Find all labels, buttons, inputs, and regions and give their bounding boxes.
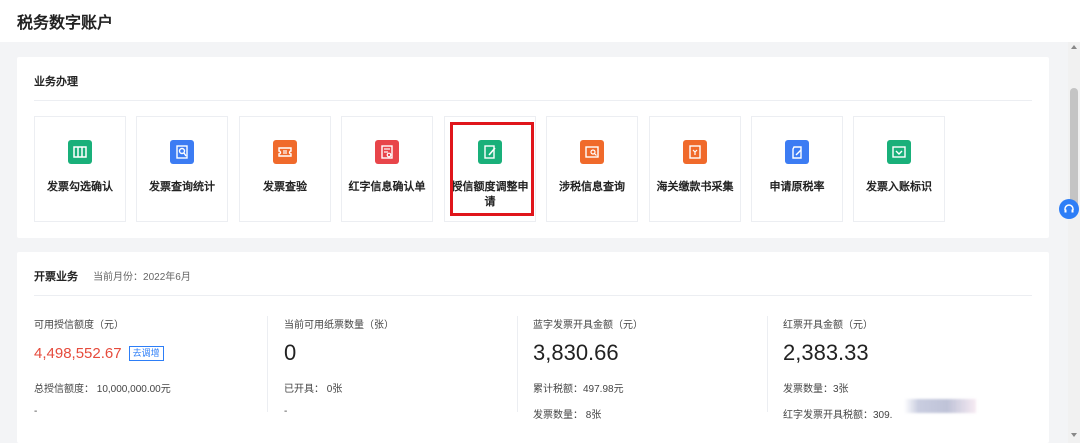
tile-invoice-selection-confirm[interactable]: 发票勾选确认 — [34, 116, 126, 222]
stat-label: 蓝字发票开具金额（元） — [533, 320, 643, 331]
stat-value: 4,498,552.67 去调增 — [34, 340, 274, 366]
tile-customs-payment-collect[interactable]: 海关缴款书采集 — [649, 116, 741, 222]
tile-label: 涉税信息查询 — [559, 181, 625, 193]
tax-rate-apply-icon — [785, 140, 809, 164]
tile-invoice-entry-mark[interactable]: 发票入账标识 — [853, 116, 945, 222]
tax-info-search-icon — [580, 140, 604, 164]
watermark-overlay — [904, 399, 976, 413]
paper-invoice-stat: 当前可用纸票数量（张） 0 已开具： 0张 - — [284, 316, 524, 417]
top-header: 税务数字账户 — [0, 0, 1080, 42]
column-divider — [517, 316, 518, 412]
tile-label: 海关缴款书采集 — [656, 181, 734, 193]
stat-value: 3,830.66 — [533, 340, 619, 365]
customer-service-button[interactable] — [1059, 199, 1079, 219]
increase-limit-button[interactable]: 去调增 — [128, 345, 164, 361]
stat-placeholder: - — [284, 406, 288, 417]
tile-red-letter-confirm-form[interactable]: 红字信息确认单 — [341, 116, 433, 222]
scroll-down-icon[interactable] — [1071, 433, 1077, 437]
credit-limit-stat: 可用授信额度（元） 4,498,552.67 去调增 总授信额度： 10,000… — [34, 316, 274, 417]
tile-tax-info-query[interactable]: 涉税信息查询 — [546, 116, 638, 222]
stat-label: 红票开具金额（元） — [783, 320, 873, 331]
tile-invoice-verify[interactable]: 发票查验 — [239, 116, 331, 222]
tile-label: 发票入账标识 — [866, 181, 932, 193]
credit-adjust-icon — [478, 140, 502, 164]
stat-value: 0 — [284, 340, 297, 365]
business-panel: 业务办理 发票勾选确认 发票查询统计 发票查验 红字信息确认单 授信额度调整申请 — [17, 57, 1049, 238]
customs-payment-icon — [683, 140, 707, 164]
tile-label: 红字信息确认单 — [348, 181, 426, 193]
issuing-section-title: 开票业务 — [34, 271, 78, 283]
invoice-check-icon — [68, 140, 92, 164]
issuing-panel: 开票业务 当前月份：2022年6月 可用授信额度（元） 4,498,552.67… — [17, 252, 1049, 443]
scroll-up-icon[interactable] — [1071, 45, 1077, 49]
column-divider — [767, 316, 768, 412]
invoice-count: 发票数量： 8张 — [533, 410, 602, 421]
stat-label: 可用授信额度（元） — [34, 320, 124, 331]
invoice-count: 发票数量：3张 — [783, 384, 849, 395]
red-invoice-tax: 红字发票开具税额：309. — [783, 410, 893, 421]
page-title: 税务数字账户 — [17, 15, 114, 32]
total-credit-limit: 总授信额度： 10,000,000.00元 — [34, 384, 171, 395]
business-section-title: 业务办理 — [34, 76, 78, 88]
tile-label: 申请原税率 — [769, 181, 825, 193]
issued-count: 已开具： 0张 — [284, 384, 343, 395]
tile-label: 发票勾选确认 — [47, 181, 113, 193]
issuing-header: 开票业务 当前月份：2022年6月 — [34, 268, 191, 284]
tile-label: 授信额度调整申请 — [451, 181, 529, 208]
tile-label: 发票查询统计 — [149, 181, 215, 193]
red-invoice-stat: 红票开具金额（元） 2,383.33 发票数量：3张 红字发票开具税额：309. — [783, 316, 1023, 421]
tile-apply-original-tax-rate[interactable]: 申请原税率 — [751, 116, 843, 222]
blue-invoice-stat: 蓝字发票开具金额（元） 3,830.66 累计税额：497.98元 发票数量： … — [533, 316, 773, 421]
ticket-verify-icon — [273, 140, 297, 164]
credit-value: 4,498,552.67 — [34, 344, 122, 362]
stat-placeholder: - — [34, 406, 38, 417]
red-letter-form-icon — [375, 140, 399, 164]
stat-value: 2,383.33 — [783, 340, 869, 365]
section-divider — [34, 295, 1032, 296]
invoice-entry-icon — [887, 140, 911, 164]
tile-invoice-query-stats[interactable]: 发票查询统计 — [136, 116, 228, 222]
tile-label: 发票查验 — [263, 181, 307, 193]
tile-credit-limit-adjust[interactable]: 授信额度调整申请 — [444, 116, 536, 222]
section-divider — [34, 100, 1032, 101]
accumulated-tax: 累计税额：497.98元 — [533, 384, 624, 395]
current-month: 当前月份：2022年6月 — [93, 272, 191, 283]
stat-label: 当前可用纸票数量（张） — [284, 320, 394, 331]
invoice-search-icon — [170, 140, 194, 164]
scrollbar-thumb[interactable] — [1070, 88, 1078, 216]
column-divider — [267, 316, 268, 412]
headset-icon — [1064, 204, 1074, 213]
